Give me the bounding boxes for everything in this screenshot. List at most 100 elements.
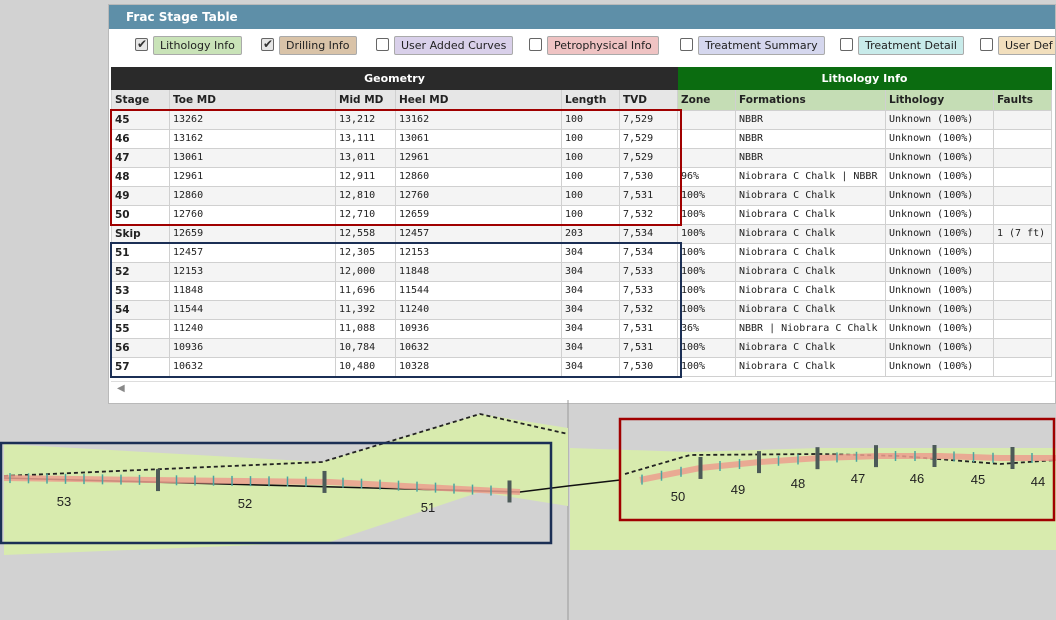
table-cell: 100% [677,262,736,282]
table-cell: Unknown (100%) [885,300,994,320]
table-cell: 13061 [395,129,562,149]
table-cell [993,357,1052,377]
table-cell: 12760 [169,205,336,225]
stage-label: 46 [910,471,924,486]
table-row[interactable]: 50 12760 12,710 12659 100 7,532 100% Niobrara C… [111,205,1052,225]
table-cell: 7,529 [619,110,678,130]
table-cell: 11240 [395,300,562,320]
table-cell: 11,696 [335,281,396,301]
table-cell: 7,529 [619,129,678,149]
column-header-toe-md[interactable]: Toe MD [169,89,336,111]
table-row[interactable]: 48 12961 12,911 12860 100 7,530 96% Niobrara C … [111,167,1052,187]
column-header-length[interactable]: Length [561,89,620,111]
table-row[interactable]: 45 13262 13,212 13162 100 7,529 NBBR Unknown (1… [111,110,1052,130]
column-header-stage[interactable]: Stage [111,89,170,111]
table-row[interactable]: 47 13061 13,011 12961 100 7,529 NBBR Unknown (1… [111,148,1052,168]
table-cell: 304 [561,338,620,358]
table-cell: 304 [561,281,620,301]
stage-label: 48 [791,476,805,491]
table-cell [993,186,1052,206]
table-cell: 100% [677,224,736,244]
table-cell: 48 [111,167,170,187]
stage-label: 52 [238,496,252,511]
table-cell [993,148,1052,168]
table-cell: 100 [561,110,620,130]
legend-checkbox[interactable]: ✔ [261,37,274,51]
scroll-left-icon[interactable]: ◀ [117,382,125,396]
table-cell: 100 [561,148,620,168]
legend-checkbox[interactable] [980,38,993,51]
horizontal-scrollbar[interactable]: ◀ [111,381,1055,396]
table-cell: 10632 [395,338,562,358]
table-cell: Unknown (100%) [885,110,994,130]
table-cell: 12659 [169,224,336,244]
legend-label: Petrophysical Info [547,36,659,55]
table-cell: Unknown (100%) [885,262,994,282]
table-cell: 13,212 [335,110,396,130]
table-cell [993,110,1052,130]
column-header-formations[interactable]: Formations [735,89,886,111]
table-cell: 11848 [395,262,562,282]
table-cell: 12860 [395,167,562,187]
column-header-tvd[interactable]: TVD [619,89,678,111]
table-cell: 12659 [395,205,562,225]
wellbore-section-view: 53 52 51 50 49 48 47 46 45 44 [0,400,1056,620]
legend-checkbox[interactable]: ✔ [135,37,148,51]
table-cell [993,129,1052,149]
table-cell: 12,558 [335,224,396,244]
legend-checkbox[interactable] [840,38,853,51]
table-row[interactable]: 51 12457 12,305 12153 304 7,534 100% Niobrara C… [111,243,1052,263]
table-cell: 11544 [395,281,562,301]
column-header-mid-md[interactable]: Mid MD [335,89,396,111]
table-cell: 12,000 [335,262,396,282]
table-row[interactable]: 57 10632 10,480 10328 304 7,530 100% Niobrara C… [111,357,1052,377]
legend-label: Lithology Info [153,36,242,55]
table-row[interactable]: 49 12860 12,810 12760 100 7,531 100% Niobrara C… [111,186,1052,206]
table-cell: 57 [111,357,170,377]
table-cell: Unknown (100%) [885,319,994,339]
legend-checkbox[interactable] [529,38,542,51]
table-cell: 10632 [169,357,336,377]
stage-label: 49 [731,482,745,497]
table-cell: 7,533 [619,281,678,301]
table-cell: 7,529 [619,148,678,168]
table-cell: 7,530 [619,167,678,187]
table-cell: 12,305 [335,243,396,263]
column-group-toggles: ✔ Lithology Info ✔ Drilling Info User Added … [135,35,1055,57]
table-cell: 11,392 [335,300,396,320]
stage-label: 51 [421,500,435,515]
table-cell [993,281,1052,301]
lithology-group-header: Lithology Info [677,67,1052,90]
table-cell: 12153 [395,243,562,263]
table-cell [993,205,1052,225]
column-header-faults[interactable]: Faults [993,89,1052,111]
table-row[interactable]: Skip 12659 12,558 12457 203 7,534 100% Niobrara… [111,224,1052,244]
stage-label: 45 [971,472,985,487]
frac-stage-table: Geometry Lithology Info Stage Toe MD Mid… [111,67,1052,377]
column-header-lithology[interactable]: Lithology [885,89,994,111]
table-row[interactable]: 56 10936 10,784 10632 304 7,531 100% Niobrara C… [111,338,1052,358]
table-cell: Niobrara C Chalk [735,224,886,244]
table-cell: 10936 [169,338,336,358]
table-cell: 304 [561,357,620,377]
table-cell: 12457 [169,243,336,263]
table-row[interactable]: 55 11240 11,088 10936 304 7,531 36% NBBR | Niob… [111,319,1052,339]
table-row[interactable]: 46 13162 13,111 13061 100 7,529 NBBR Unknown (1… [111,129,1052,149]
table-cell: 11544 [169,300,336,320]
table-cell: 12961 [395,148,562,168]
table-cell: 13262 [169,110,336,130]
table-row[interactable]: 53 11848 11,696 11544 304 7,533 100% Niobrara C… [111,281,1052,301]
legend-checkbox[interactable] [376,38,389,51]
table-cell: 7,530 [619,357,678,377]
table-cell: Niobrara C Chalk [735,338,886,358]
table-cell: 52 [111,262,170,282]
table-cell: Niobrara C Chalk [735,281,886,301]
table-cell [993,300,1052,320]
column-header-heel-md[interactable]: Heel MD [395,89,562,111]
column-header-zone[interactable]: Zone [677,89,736,111]
legend-checkbox[interactable] [680,38,693,51]
table-row[interactable]: 54 11544 11,392 11240 304 7,532 100% Niobrara C… [111,300,1052,320]
table-cell: 100% [677,243,736,263]
table-cell: Unknown (100%) [885,281,994,301]
table-row[interactable]: 52 12153 12,000 11848 304 7,533 100% Niobrara C… [111,262,1052,282]
